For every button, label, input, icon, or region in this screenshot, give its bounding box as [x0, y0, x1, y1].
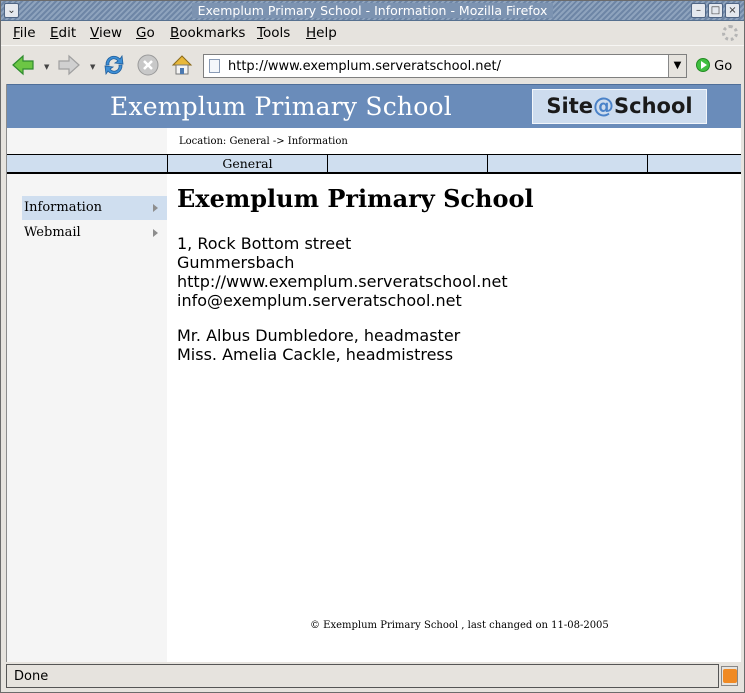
page-content: Exemplum Primary School Site@School Loca… — [6, 84, 741, 662]
address-street: 1, Rock Bottom street — [177, 234, 352, 253]
sidebar-item-webmail[interactable]: Webmail — [22, 221, 167, 245]
rss-icon — [723, 669, 737, 683]
tab-empty-1 — [327, 155, 487, 172]
staff-headmaster: Mr. Albus Dumbledore, headmaster — [177, 326, 461, 345]
throbber-icon — [722, 25, 738, 41]
tab-bar: General — [7, 154, 741, 174]
page-icon — [209, 59, 220, 73]
menu-bar: File Edit View Go Bookmarks Tools Help — [1, 22, 744, 44]
forward-dropdown-icon[interactable]: ▼ — [90, 63, 95, 71]
maximize-button[interactable]: □ — [708, 3, 723, 18]
menu-view[interactable]: View — [90, 25, 122, 41]
browser-window: ⌄ Exemplum Primary School - Information … — [0, 0, 745, 693]
reload-icon[interactable] — [102, 53, 126, 77]
title-bar: ⌄ Exemplum Primary School - Information … — [1, 1, 744, 21]
menu-go[interactable]: Go — [136, 25, 155, 41]
tab-empty-3 — [647, 155, 741, 172]
copyright-footer: © Exemplum Primary School , last changed… — [310, 620, 609, 631]
address-website: http://www.exemplum.serveratschool.net — [177, 272, 508, 291]
go-button[interactable]: Go — [696, 58, 732, 74]
status-text: Done — [14, 669, 49, 684]
home-icon[interactable] — [170, 53, 194, 77]
url-input[interactable] — [228, 57, 668, 75]
menu-bookmarks[interactable]: Bookmarks — [170, 25, 245, 41]
navigation-toolbar: ▼ ▼ ▼ Go — [1, 45, 744, 83]
breadcrumb: Location: General -> Information — [179, 136, 348, 147]
chevron-right-icon — [153, 204, 158, 212]
address-email: info@exemplum.serveratschool.net — [177, 291, 462, 310]
menu-tools[interactable]: Tools — [257, 25, 290, 41]
menu-edit[interactable]: Edit — [50, 25, 76, 41]
back-dropdown-icon[interactable]: ▼ — [44, 63, 49, 71]
menu-help[interactable]: Help — [306, 25, 337, 41]
address-block: 1, Rock Bottom street Gummersbach http:/… — [177, 234, 508, 310]
staff-block: Mr. Albus Dumbledore, headmaster Miss. A… — [177, 326, 460, 364]
status-bar: Done — [6, 664, 719, 688]
staff-headmistress: Miss. Amelia Cackle, headmistress — [177, 345, 454, 364]
tab-empty-2 — [487, 155, 647, 172]
go-icon — [696, 58, 710, 72]
close-button[interactable]: × — [725, 3, 740, 18]
site-at-school-logo[interactable]: Site@School — [532, 89, 707, 124]
site-header: Exemplum Primary School Site@School — [7, 84, 741, 128]
site-title: Exemplum Primary School — [110, 92, 452, 121]
tab-general[interactable]: General — [167, 155, 327, 172]
minimize-button[interactable]: – — [691, 3, 706, 18]
menu-file[interactable]: File — [13, 25, 36, 41]
back-icon[interactable] — [11, 53, 35, 77]
sidebar-item-information[interactable]: Information — [22, 196, 167, 220]
stop-icon[interactable] — [136, 53, 160, 77]
chevron-right-icon — [153, 229, 158, 237]
rss-feed-button[interactable] — [721, 666, 738, 686]
forward-icon[interactable] — [57, 53, 81, 77]
page-heading: Exemplum Primary School — [177, 184, 534, 213]
url-bar[interactable]: ▼ — [203, 54, 687, 78]
address-city: Gummersbach — [177, 253, 295, 272]
window-title: Exemplum Primary School - Information - … — [191, 3, 554, 18]
url-history-dropdown[interactable]: ▼ — [668, 55, 686, 77]
